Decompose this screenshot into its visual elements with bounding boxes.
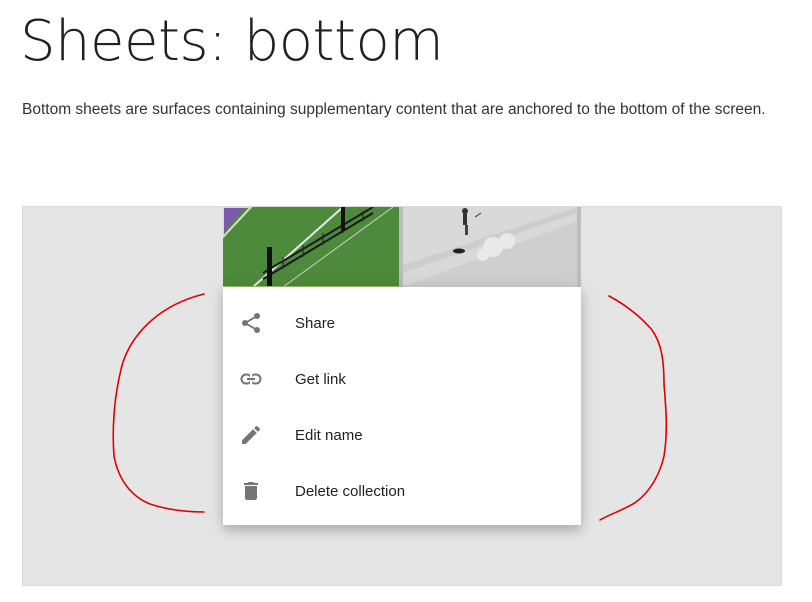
menu-item-delete-collection[interactable]: Delete collection: [223, 463, 581, 519]
tennis-court-image[interactable]: [223, 207, 399, 287]
menu-item-get-link[interactable]: Get link: [223, 351, 581, 407]
trash-icon: [239, 479, 263, 503]
menu-item-label: Delete collection: [295, 482, 406, 500]
pencil-icon: [239, 423, 263, 447]
demo-frame: Share Get link Edit name Delete collecti…: [22, 206, 782, 586]
page-title: Sheets: bottom: [20, 9, 444, 74]
menu-item-label: Edit name: [295, 426, 363, 444]
menu-item-label: Get link: [295, 370, 346, 388]
page-description: Bottom sheets are surfaces containing su…: [22, 101, 766, 118]
share-icon: [239, 311, 263, 335]
image-thumbnails: [223, 207, 581, 287]
menu-item-edit-name[interactable]: Edit name: [223, 407, 581, 463]
menu-item-label: Share: [295, 314, 336, 332]
skier-image[interactable]: [403, 207, 577, 287]
link-icon: [239, 367, 263, 391]
menu-item-share[interactable]: Share: [223, 295, 581, 351]
bottom-sheet: Share Get link Edit name Delete collecti…: [223, 287, 581, 525]
